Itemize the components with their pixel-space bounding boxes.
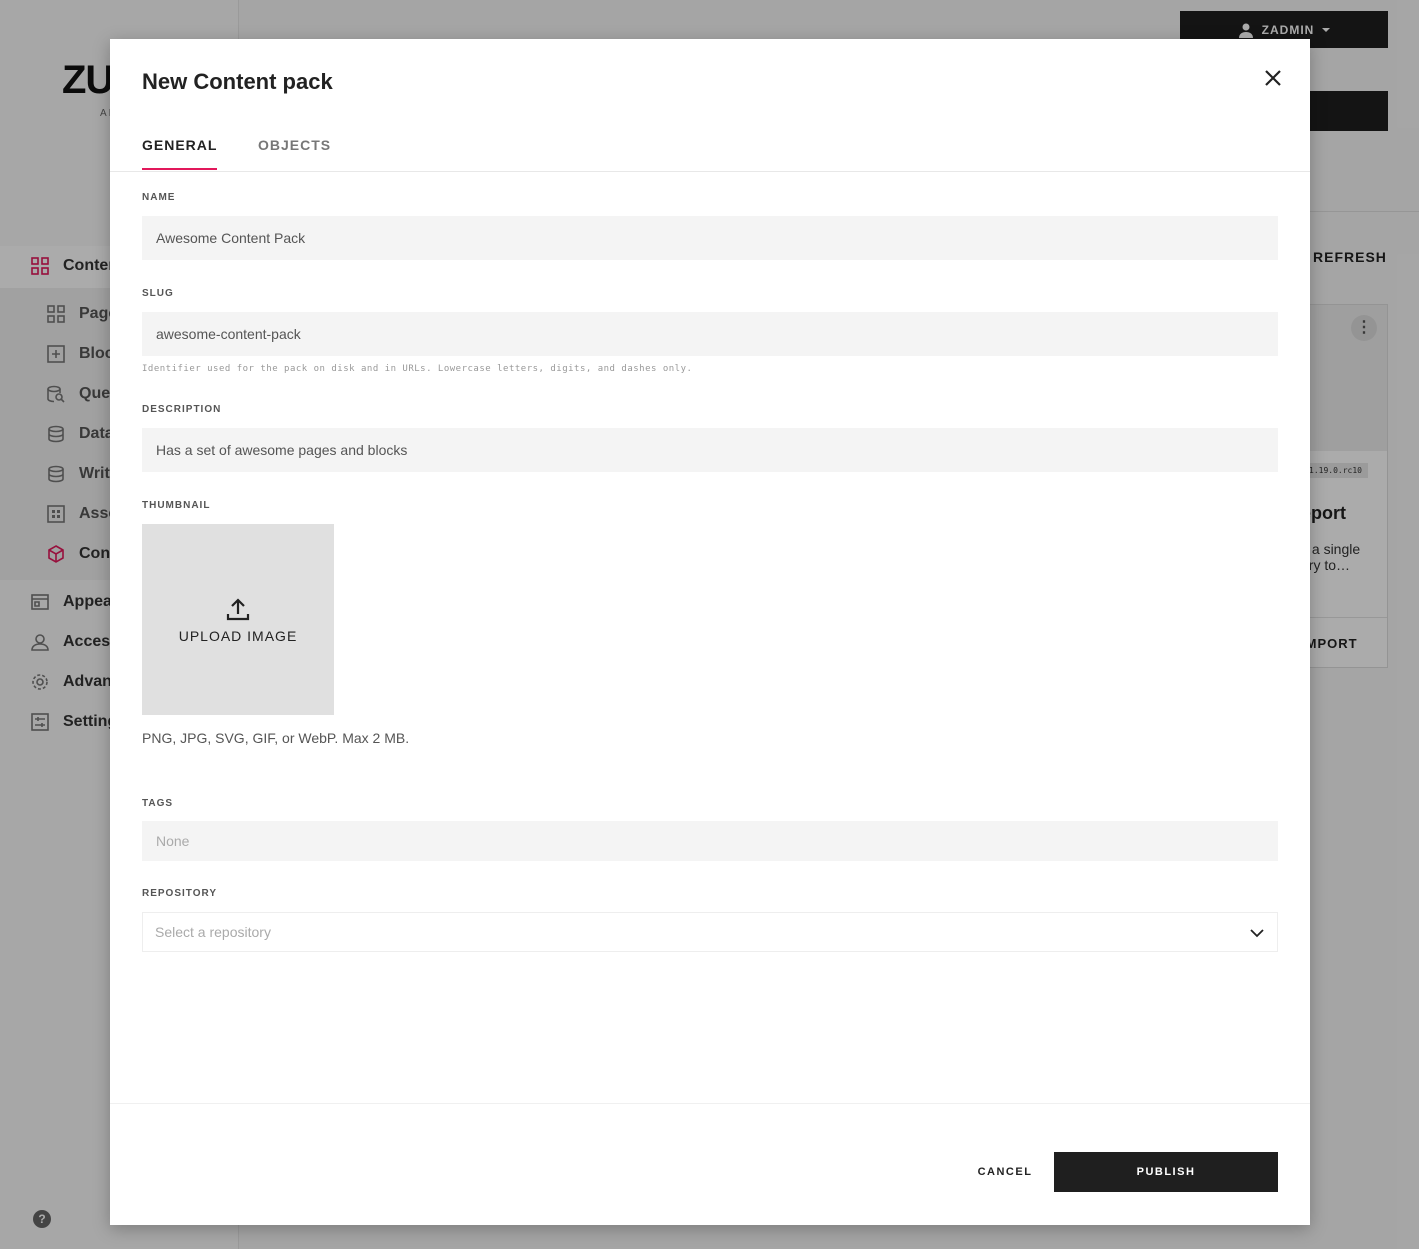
tab-general[interactable]: GENERAL xyxy=(142,137,218,170)
name-field[interactable]: Awesome Content Pack xyxy=(142,216,1278,260)
publish-button[interactable]: PUBLISH xyxy=(1054,1152,1278,1192)
slug-help-text: Identifier used for the pack on disk and… xyxy=(142,364,693,374)
repository-select[interactable]: Select a repository xyxy=(142,912,1278,952)
repository-placeholder: Select a repository xyxy=(155,924,271,940)
new-content-pack-dialog: New Content pack GENERAL OBJECTS NAME Aw… xyxy=(110,39,1310,1225)
upload-icon xyxy=(226,597,250,620)
slug-label: SLUG xyxy=(142,288,174,299)
footer-divider xyxy=(110,1103,1310,1104)
description-label: DESCRIPTION xyxy=(142,404,222,415)
description-field[interactable]: Has a set of awesome pages and blocks xyxy=(142,428,1278,472)
cancel-button[interactable]: CANCEL xyxy=(962,1152,1048,1192)
slug-field[interactable]: awesome-content-pack xyxy=(142,312,1278,356)
upload-image-button[interactable]: UPLOAD IMAGE xyxy=(142,524,334,715)
close-icon[interactable] xyxy=(1260,65,1286,91)
tags-label: TAGS xyxy=(142,798,174,809)
tab-bar: GENERAL OBJECTS xyxy=(110,129,1310,172)
name-label: NAME xyxy=(142,192,176,203)
dialog-title: New Content pack xyxy=(142,69,333,94)
tab-objects[interactable]: OBJECTS xyxy=(258,137,331,168)
thumbnail-hint: PNG, JPG, SVG, GIF, or WebP. Max 2 MB. xyxy=(142,730,410,746)
repository-label: REPOSITORY xyxy=(142,888,218,899)
chevron-down-icon xyxy=(1250,929,1264,938)
thumbnail-label: THUMBNAIL xyxy=(142,500,211,511)
upload-image-label: UPLOAD IMAGE xyxy=(178,627,298,644)
tags-input[interactable]: None xyxy=(142,821,1278,861)
